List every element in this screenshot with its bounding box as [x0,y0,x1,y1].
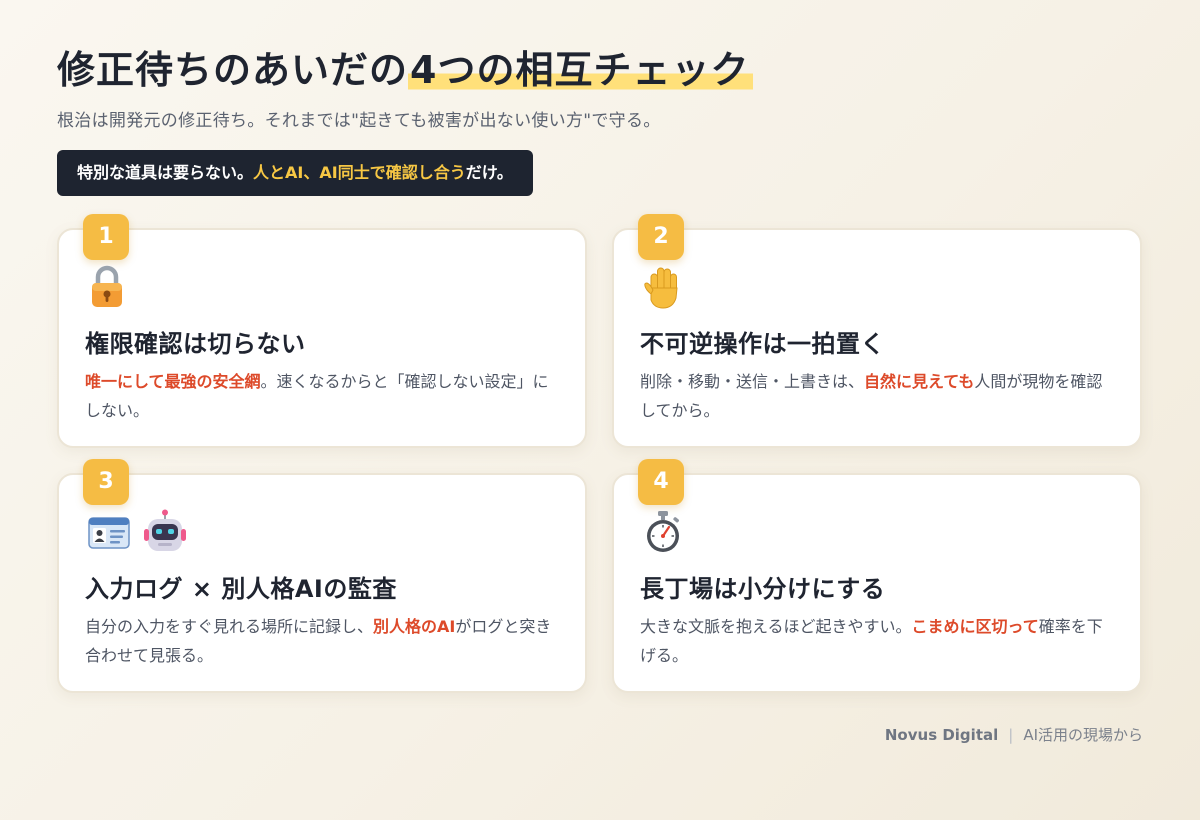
check-card-2: 2 不可逆操作は一拍置く 削除・移動・送信・上書きは、自然に見えても人間が現物を… [612,214,1142,448]
raised-hand-icon [642,264,684,310]
banner-text-pre: 特別な道具は要らない。 [77,163,254,182]
card-title: 長丁場は小分けにする [640,575,886,603]
stopwatch-icon [642,509,684,555]
footer-separator: | [1008,726,1014,744]
card-description: 大きな文脈を抱えるほど起きやすい。こまめに区切って確率を下げる。 [640,612,1114,670]
card-number-badge: 3 [83,459,129,505]
key-message-banner: 特別な道具は要らない。人とAI、AI同士で確認し合うだけ。 [57,150,533,196]
banner-text-accent: 人とAI、AI同士で確認し合う [253,163,466,182]
card-emphasis: 自然に見えても [864,372,975,391]
card-text-pre: 自分の入力をすぐ見れる場所に記録し、 [85,617,374,636]
check-card-3: 3 入力ログ × 別人格AIの監査 自分の入力をすぐ見れる場所に記録し、別人格の… [57,459,587,693]
card-icons [87,264,127,310]
card-icons [642,264,684,310]
card-number-badge: 2 [638,214,684,260]
check-card-4: 4 長丁場は小分けにする 大きな文脈を抱えるほど起きやすい。こまめに区切って確率… [612,459,1142,693]
card-number-badge: 4 [638,459,684,505]
card-emphasis: こまめに区切って [911,617,1039,636]
card-icons [87,509,187,555]
card-description: 自分の入力をすぐ見れる場所に記録し、別人格のAIがログと突き合わせて見張る。 [85,612,559,670]
footer-brand: Novus Digital [884,726,999,744]
card-description: 削除・移動・送信・上書きは、自然に見えても人間が現物を確認してから。 [640,367,1114,425]
card-text-pre: 削除・移動・送信・上書きは、 [640,372,865,391]
banner-text-post: だけ。 [465,163,513,182]
footer-tagline: AI活用の現場から [1023,726,1143,744]
card-icons [642,509,684,555]
id-card-icon [87,512,131,552]
card-title: 権限確認は切らない [85,330,306,358]
footer-credit: Novus Digital | AI活用の現場から [885,724,1143,745]
card-title: 入力ログ × 別人格AIの監査 [85,575,397,603]
page-subtitle: 根治は開発元の修正待ち。それまでは"起きても被害が出ない使い方"で守る。 [57,111,661,131]
title-main: 修正待ちのあいだの [57,48,409,92]
card-description: 唯一にして最強の安全網。速くなるからと「確認しない設定」にしない。 [85,367,559,425]
robot-icon [143,509,187,555]
check-card-1: 1 権限確認は切らない 唯一にして最強の安全網。速くなるからと「確認しない設定」… [57,214,587,448]
card-text-pre: 大きな文脈を抱えるほど起きやすい。 [640,617,912,636]
card-title: 不可逆操作は一拍置く [640,330,885,358]
card-emphasis: 唯一にして最強の安全網 [85,372,261,391]
title-highlight: 4つの相互チェック [408,48,754,92]
infographic-page: 修正待ちのあいだの4つの相互チェック 根治は開発元の修正待ち。それまでは"起きて… [57,0,1143,820]
page-title: 修正待ちのあいだの4つの相互チェック [57,44,754,96]
card-number-badge: 1 [83,214,129,260]
card-emphasis: 別人格のAI [373,617,456,636]
lock-icon [87,264,127,310]
